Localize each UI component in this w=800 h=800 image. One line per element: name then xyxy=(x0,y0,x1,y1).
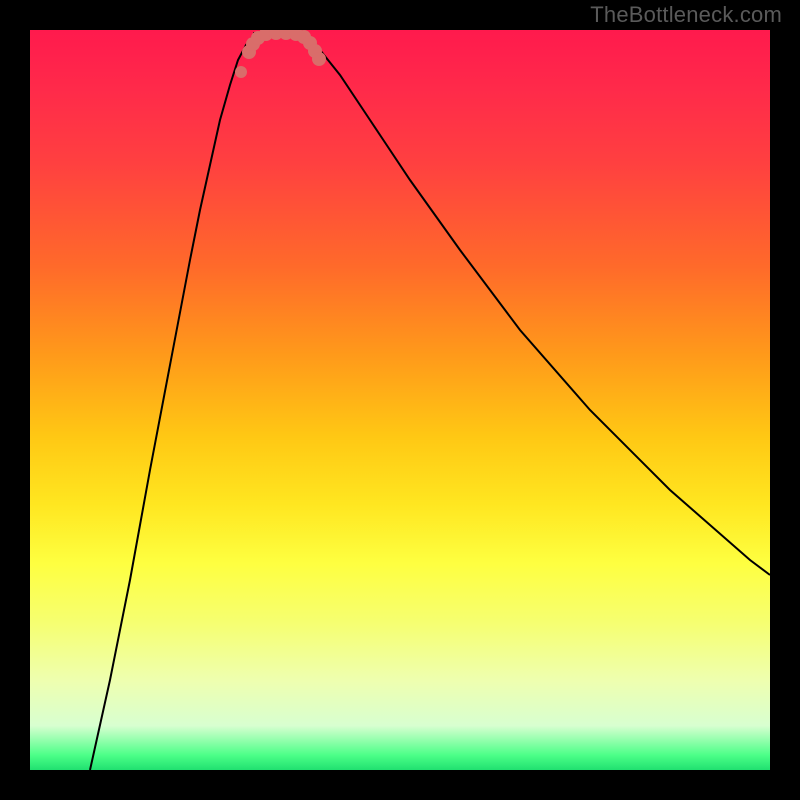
min-marker-dot xyxy=(312,52,326,66)
min-marker-track xyxy=(242,30,326,66)
plot-area xyxy=(30,30,770,770)
min-marker-dot xyxy=(235,66,247,78)
outer-frame: TheBottleneck.com xyxy=(0,0,800,800)
bottleneck-curve xyxy=(30,30,770,770)
watermark-text: TheBottleneck.com xyxy=(590,2,782,28)
curve-path xyxy=(90,33,770,770)
